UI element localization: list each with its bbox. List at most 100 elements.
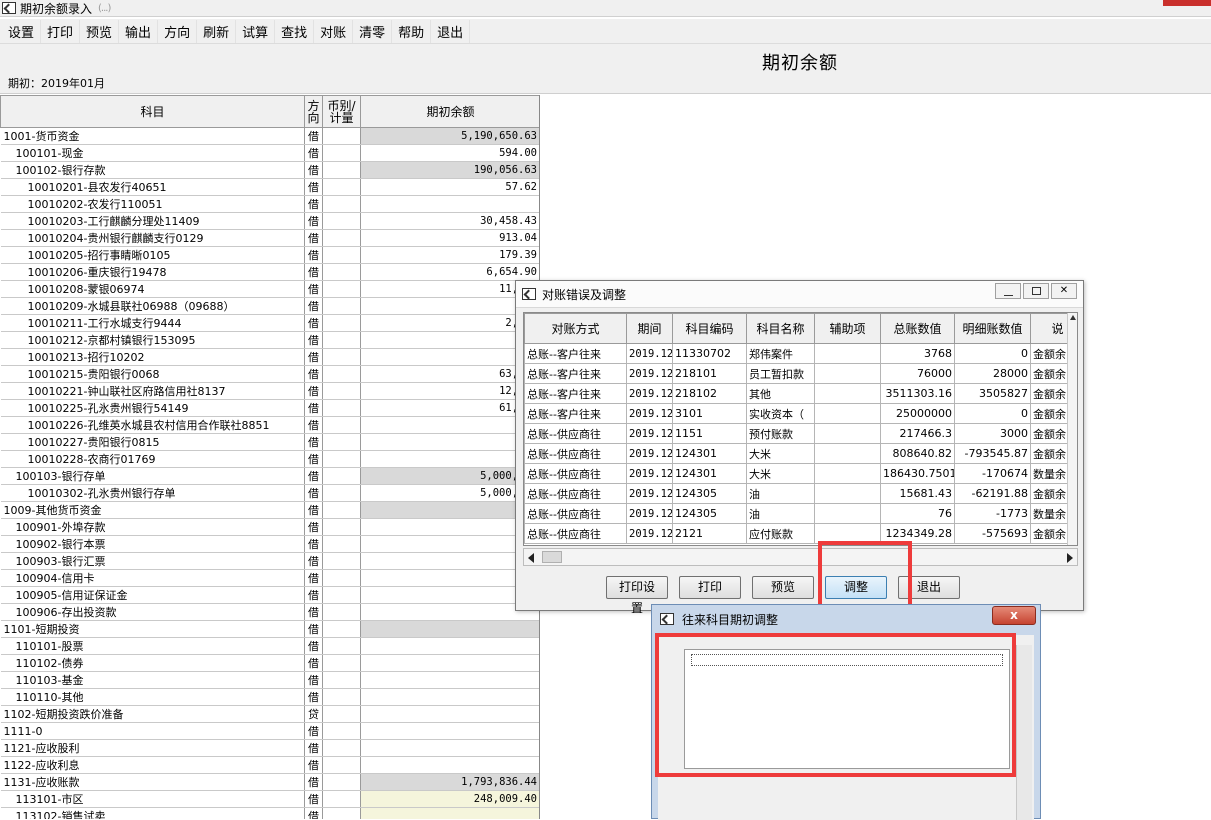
- menu-item-find[interactable]: 查找: [275, 19, 315, 43]
- subject-cell[interactable]: 1131-应收账款: [0, 773, 305, 791]
- currency-cell[interactable]: [322, 297, 361, 315]
- balance-cell[interactable]: 5,000,000: [360, 467, 539, 485]
- subject-cell[interactable]: 10010208-蒙银06974: [0, 280, 305, 298]
- currency-cell[interactable]: [322, 586, 361, 604]
- reconcile-row[interactable]: 总账--供应商往 2019.12 124301 大米 808640.82 -793545.…: [524, 443, 1077, 464]
- reconcile-cell[interactable]: -793545.87: [954, 443, 1031, 464]
- balance-cell[interactable]: [360, 297, 539, 315]
- reconcile-cell[interactable]: 0: [954, 403, 1031, 424]
- direction-cell[interactable]: 借: [304, 739, 323, 757]
- balance-cell[interactable]: [360, 569, 539, 587]
- currency-cell[interactable]: [322, 382, 361, 400]
- reconcile-cell[interactable]: 大米: [746, 463, 815, 484]
- table-row[interactable]: 113102-销售试卖借: [0, 807, 539, 819]
- reconcile-cell[interactable]: 2019.12: [626, 483, 673, 504]
- table-row[interactable]: 1131-应收账款借 1,793,836.44: [0, 773, 539, 791]
- currency-cell[interactable]: [322, 671, 361, 689]
- currency-cell[interactable]: [322, 399, 361, 417]
- reconcile-cell[interactable]: 3000: [954, 423, 1031, 444]
- subject-cell[interactable]: 10010215-贵阳银行0068: [0, 365, 305, 383]
- reconcile-col-header[interactable]: 对账方式: [524, 313, 627, 344]
- direction-cell[interactable]: 借: [304, 127, 323, 145]
- subject-cell[interactable]: 100902-银行本票: [0, 535, 305, 553]
- reconcile-cell[interactable]: 员工暂扣款: [746, 363, 815, 384]
- reconcile-row[interactable]: 总账--客户往来 2019.12 11330702 郑伟案件 3768 0 金额余: [524, 343, 1077, 364]
- subject-cell[interactable]: 10010204-贵州银行麒麟支行0129: [0, 229, 305, 247]
- table-row[interactable]: 10010226-孔维英水城县农村信用合作联社8851借 8: [0, 416, 539, 434]
- reconcile-cell[interactable]: 3511303.16: [880, 383, 955, 404]
- reconcile-cell[interactable]: 124305: [672, 503, 747, 524]
- subject-cell[interactable]: 110110-其他: [0, 688, 305, 706]
- direction-cell[interactable]: 借: [304, 535, 323, 553]
- subject-cell[interactable]: 10010302-孔氷贵州银行存单: [0, 484, 305, 502]
- direction-cell[interactable]: 借: [304, 144, 323, 162]
- reconcile-cell[interactable]: 3505827: [954, 383, 1031, 404]
- currency-cell[interactable]: [322, 688, 361, 706]
- reconcile-row[interactable]: 总账--供应商往 2019.12 1151 预付账款 217466.3 3000 金额余: [524, 423, 1077, 444]
- reconcile-cell[interactable]: 2019.12: [626, 403, 673, 424]
- table-row[interactable]: 10010204-贵州银行麒麟支行0129 借 913.04: [0, 229, 539, 247]
- currency-cell[interactable]: [322, 739, 361, 757]
- reconcile-cell[interactable]: [814, 463, 881, 484]
- direction-cell[interactable]: 借: [304, 195, 323, 213]
- direction-cell[interactable]: 借: [304, 756, 323, 774]
- reconcile-cell[interactable]: [814, 403, 881, 424]
- reconcile-cell[interactable]: 2019.12: [626, 363, 673, 384]
- balance-cell[interactable]: [360, 433, 539, 451]
- reconcile-cell[interactable]: 总账--供应商往: [524, 423, 627, 444]
- balance-cell[interactable]: 6,654.90: [360, 263, 539, 281]
- table-row[interactable]: 100901-外埠存款借: [0, 518, 539, 536]
- direction-cell[interactable]: 借: [304, 552, 323, 570]
- reconcile-cell[interactable]: 2019.12: [626, 383, 673, 404]
- subject-cell[interactable]: 1009-其他货币资金: [0, 501, 305, 519]
- balance-cell[interactable]: 1,793,836.44: [360, 773, 539, 791]
- direction-cell[interactable]: 借: [304, 654, 323, 672]
- currency-cell[interactable]: [322, 722, 361, 740]
- currency-cell[interactable]: [322, 178, 361, 196]
- table-row[interactable]: 10010201-县农发行40651 借 57.62: [0, 178, 539, 196]
- table-row[interactable]: 110110-其他借: [0, 688, 539, 706]
- balance-cell[interactable]: [360, 518, 539, 536]
- direction-cell[interactable]: 借: [304, 484, 323, 502]
- adjust-dialog-titlebar[interactable]: 往来科目期初调整: [652, 605, 1040, 633]
- reconcile-cell[interactable]: 124301: [672, 443, 747, 464]
- reconcile-col-header[interactable]: 期间: [626, 313, 673, 344]
- direction-cell[interactable]: 借: [304, 382, 323, 400]
- reconcile-cell[interactable]: [814, 503, 881, 524]
- reconcile-col-header[interactable]: 明细账数值: [954, 313, 1031, 344]
- subject-cell[interactable]: 10010211-工行水城支行9444: [0, 314, 305, 332]
- subject-cell[interactable]: 100102-银行存款: [0, 161, 305, 179]
- subject-cell[interactable]: 10010209-水城县联社06988（09688）: [0, 297, 305, 315]
- scroll-thumb[interactable]: [542, 551, 562, 563]
- currency-cell[interactable]: [322, 569, 361, 587]
- table-row[interactable]: 100906-存出投资款借: [0, 603, 539, 621]
- direction-cell[interactable]: 借: [304, 586, 323, 604]
- balance-cell[interactable]: 11,325: [360, 280, 539, 298]
- direction-cell[interactable]: 借: [304, 246, 323, 264]
- reconcile-col-header[interactable]: 总账数值: [880, 313, 955, 344]
- balance-cell[interactable]: [360, 586, 539, 604]
- reconcile-cell[interactable]: 218101: [672, 363, 747, 384]
- reconcile-cell[interactable]: 15681.43: [880, 483, 955, 504]
- table-row[interactable]: 10010205-招行事睛晰0105 借 179.39: [0, 246, 539, 264]
- reconcile-row[interactable]: 总账--客户往来 2019.12 218102 其他 3511303.16 3505827…: [524, 383, 1077, 404]
- balance-cell[interactable]: [360, 688, 539, 706]
- subject-cell[interactable]: 110103-基金: [0, 671, 305, 689]
- balance-cell[interactable]: [360, 739, 539, 757]
- table-row[interactable]: 1102-短期投资跌价准备贷: [0, 705, 539, 723]
- table-row[interactable]: 113101-市区借 248,009.40: [0, 790, 539, 808]
- reconcile-cell[interactable]: -170674: [954, 463, 1031, 484]
- table-row[interactable]: 10010228-农商行01769 借: [0, 450, 539, 468]
- table-row[interactable]: 10010202-农发行110051 借: [0, 195, 539, 213]
- currency-cell[interactable]: [322, 518, 361, 536]
- direction-cell[interactable]: 借: [304, 433, 323, 451]
- subject-cell[interactable]: 113102-销售试卖: [0, 807, 305, 819]
- subject-cell[interactable]: 10010201-县农发行40651: [0, 178, 305, 196]
- direction-cell[interactable]: 借: [304, 212, 323, 230]
- reconcile-row[interactable]: 总账--供应商往 2019.12 2121 应付账款 1234349.28 -575693…: [524, 523, 1077, 544]
- subject-cell[interactable]: 100101-现金: [0, 144, 305, 162]
- balance-cell[interactable]: [360, 501, 539, 519]
- balance-cell[interactable]: [360, 195, 539, 213]
- balance-cell[interactable]: [360, 654, 539, 672]
- print-button[interactable]: 打印: [679, 576, 741, 599]
